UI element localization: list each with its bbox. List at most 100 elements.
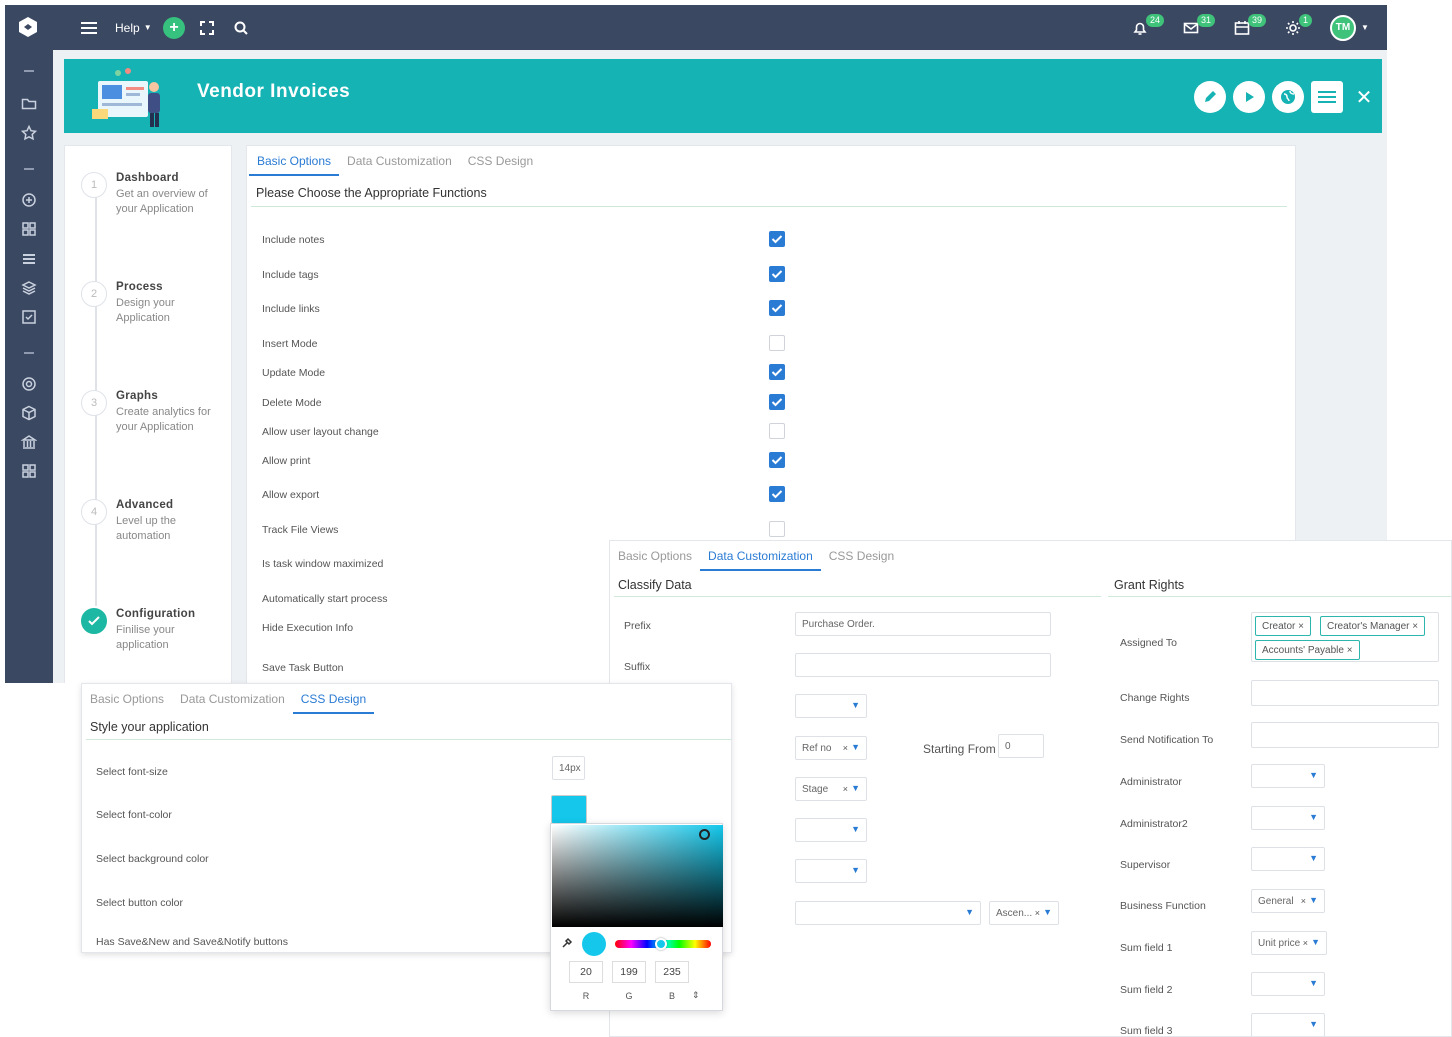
- check-icon: [771, 235, 783, 244]
- send-notification-input[interactable]: [1251, 722, 1439, 748]
- menu-icon[interactable]: [81, 5, 97, 50]
- format-select-2[interactable]: ▼: [795, 818, 867, 842]
- blue-input[interactable]: 235: [655, 961, 689, 983]
- globe-icon: [1281, 90, 1295, 104]
- check-icon: [81, 608, 107, 634]
- font-color-swatch[interactable]: [551, 795, 587, 824]
- option-label: Include notes: [262, 234, 325, 246]
- font-size-input[interactable]: 14px: [552, 756, 585, 780]
- administrator2-select[interactable]: ▼: [1251, 806, 1325, 830]
- tab-basic-options[interactable]: Basic Options: [82, 684, 172, 714]
- option-checkbox[interactable]: [769, 486, 785, 502]
- tag-accounts-payable[interactable]: Accounts' Payable ×: [1255, 640, 1360, 660]
- refno-select[interactable]: Ref no × ▼: [795, 736, 867, 760]
- sort-order-select[interactable]: Ascen... × ▼: [989, 901, 1059, 925]
- tab-data-customization[interactable]: Data Customization: [339, 146, 460, 176]
- sum-field-3-select[interactable]: ▼: [1251, 1013, 1325, 1036]
- messages-button[interactable]: 31: [1183, 5, 1216, 50]
- clear-icon[interactable]: ×: [843, 784, 848, 794]
- business-function-select[interactable]: General × ▼: [1251, 889, 1325, 913]
- tasks-badge: 1: [1299, 14, 1313, 27]
- remove-icon[interactable]: ×: [1347, 645, 1353, 656]
- tab-data-customization[interactable]: Data Customization: [172, 684, 293, 714]
- folder-icon[interactable]: [21, 96, 37, 112]
- user-menu[interactable]: TM ▼: [1330, 5, 1369, 50]
- format-select-1[interactable]: ▼: [795, 694, 867, 718]
- section-divider: [614, 596, 1101, 597]
- remove-icon[interactable]: ×: [1412, 621, 1418, 632]
- chevron-down-icon: ▼: [851, 700, 860, 710]
- option-checkbox[interactable]: [769, 231, 785, 247]
- option-checkbox[interactable]: [769, 394, 785, 410]
- starting-from-input[interactable]: 0: [998, 734, 1044, 758]
- clear-icon[interactable]: ×: [843, 743, 848, 753]
- edit-button[interactable]: [1194, 81, 1226, 113]
- tab-css-design[interactable]: CSS Design: [292, 684, 375, 714]
- format-select-3[interactable]: ▼: [795, 859, 867, 883]
- prefix-input[interactable]: Purchase Order.: [795, 612, 1051, 636]
- clear-icon[interactable]: ×: [1301, 896, 1306, 906]
- close-icon[interactable]: ✕: [1352, 81, 1376, 113]
- tab-basic-options[interactable]: Basic Options: [610, 541, 700, 571]
- green-input[interactable]: 199: [612, 961, 646, 983]
- tab-data-customization[interactable]: Data Customization: [700, 541, 821, 571]
- calendar-button[interactable]: 39: [1234, 5, 1267, 50]
- option-checkbox[interactable]: [769, 335, 785, 351]
- grid-icon[interactable]: [21, 221, 37, 237]
- layers-icon[interactable]: [21, 280, 37, 296]
- tag-label: Creator: [1262, 621, 1296, 632]
- option-checkbox[interactable]: [769, 266, 785, 282]
- globe-button[interactable]: [1272, 81, 1304, 113]
- cube-icon[interactable]: [21, 405, 37, 421]
- eyedropper-icon[interactable]: [561, 937, 573, 949]
- tasks-button[interactable]: 1: [1285, 5, 1315, 50]
- tag-creator[interactable]: Creator ×: [1255, 616, 1311, 636]
- bank-icon[interactable]: [21, 434, 37, 450]
- list-icon: [1318, 91, 1336, 103]
- list-view-button[interactable]: [1311, 81, 1343, 113]
- clear-icon[interactable]: ×: [1035, 908, 1040, 918]
- remove-icon[interactable]: ×: [1298, 621, 1304, 632]
- sum-field-1-select[interactable]: Unit price × ▼: [1251, 931, 1327, 955]
- option-checkbox[interactable]: [769, 423, 785, 439]
- option-checkbox[interactable]: [769, 452, 785, 468]
- step-title: Configuration: [116, 608, 196, 620]
- supervisor-select[interactable]: ▼: [1251, 847, 1325, 871]
- run-button[interactable]: [1233, 81, 1265, 113]
- add-circle-icon[interactable]: [21, 192, 37, 208]
- tab-basic-options[interactable]: Basic Options: [249, 146, 340, 176]
- apps-icon[interactable]: [21, 463, 37, 479]
- option-checkbox[interactable]: [769, 521, 785, 537]
- step-title: Advanced: [116, 499, 174, 511]
- tag-label: Accounts' Payable: [1262, 645, 1344, 656]
- clear-icon[interactable]: ×: [1303, 938, 1308, 948]
- checklist-icon[interactable]: [21, 309, 37, 325]
- settings-icon[interactable]: [21, 376, 37, 392]
- fullscreen-icon[interactable]: [200, 5, 214, 50]
- red-input[interactable]: 20: [569, 961, 603, 983]
- format-toggle-icon[interactable]: ⇕: [692, 990, 700, 1001]
- add-button[interactable]: +: [163, 5, 185, 50]
- administrator-select[interactable]: ▼: [1251, 764, 1325, 788]
- notifications-button[interactable]: 24: [1132, 5, 1165, 50]
- sum-field-2-select[interactable]: ▼: [1251, 972, 1325, 996]
- app-logo-icon[interactable]: [17, 16, 39, 38]
- help-label: Help: [115, 20, 140, 35]
- list-icon[interactable]: [21, 251, 37, 267]
- option-checkbox[interactable]: [769, 300, 785, 316]
- sum-field-2-label: Sum field 2: [1120, 984, 1173, 996]
- sort-field-select[interactable]: ▼: [795, 901, 981, 925]
- stage-select[interactable]: Stage × ▼: [795, 777, 867, 801]
- help-menu[interactable]: Help ▼: [115, 5, 152, 50]
- tab-css-design[interactable]: CSS Design: [821, 541, 902, 571]
- star-icon[interactable]: [21, 125, 37, 141]
- search-icon[interactable]: [234, 5, 248, 50]
- option-checkbox[interactable]: [769, 364, 785, 380]
- suffix-input[interactable]: [795, 653, 1051, 677]
- tab-css-design[interactable]: CSS Design: [460, 146, 541, 176]
- hue-handle[interactable]: [655, 938, 667, 950]
- tag-creators-manager[interactable]: Creator's Manager ×: [1320, 616, 1426, 636]
- saturation-area[interactable]: [552, 825, 723, 927]
- saturation-handle[interactable]: [699, 829, 710, 840]
- change-rights-input[interactable]: [1251, 680, 1439, 706]
